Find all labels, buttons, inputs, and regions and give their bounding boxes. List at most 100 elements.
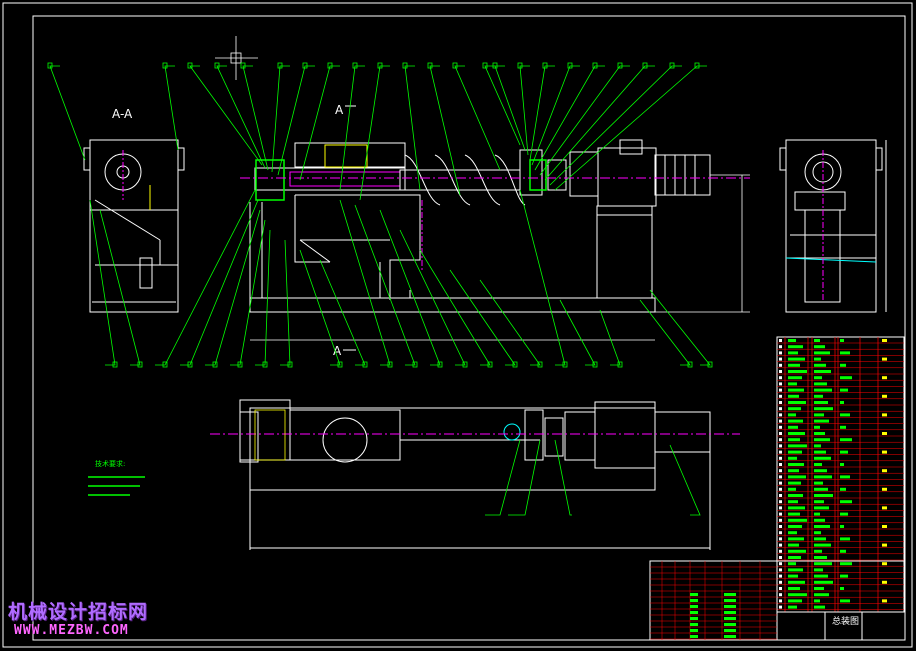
bom-cell-number	[779, 475, 782, 479]
balloon-leader	[277, 65, 315, 176]
top-view	[239, 399, 711, 550]
bom-cell-text	[788, 394, 799, 398]
bom-cell-number	[779, 419, 782, 423]
balloon-leader	[404, 65, 421, 191]
bom-cell-number	[779, 450, 782, 454]
bom-cell-text	[814, 593, 829, 597]
balloon-leader	[230, 219, 266, 366]
bom-cell-text	[788, 438, 800, 442]
bom-cell-text	[814, 388, 832, 392]
bom-cell-number	[779, 549, 782, 553]
balloon-leader	[242, 65, 269, 171]
bom-cell-text	[788, 556, 801, 559]
title-block-cell-text	[724, 617, 736, 620]
bom-cell-text	[882, 525, 887, 528]
bom-cell-text	[814, 376, 822, 380]
top-flange-highlight	[254, 409, 286, 461]
bom-cell-text	[788, 487, 796, 491]
bom-cell-number	[779, 388, 782, 392]
bom-cell-number	[779, 339, 782, 342]
watermark-url: WWW.MEZBW.COM	[14, 623, 129, 638]
balloon-leader	[164, 65, 179, 151]
technical-notes-lines	[88, 476, 145, 496]
bom-cell-text	[788, 463, 804, 466]
bom-cell-text	[788, 531, 797, 535]
bom-cell-text	[814, 382, 827, 386]
bom-cell-text	[788, 587, 800, 590]
bom-cell-text	[840, 587, 844, 590]
bom-cell-text	[814, 500, 824, 504]
bom-cell-text	[788, 518, 807, 522]
parts-list-table	[776, 336, 905, 613]
bom-cell-text	[814, 506, 829, 510]
bom-cell-number	[779, 562, 782, 566]
bom-cell-number	[779, 543, 782, 547]
bom-cell-text	[840, 413, 850, 417]
bom-cell-text	[840, 363, 846, 367]
bom-cell-text	[788, 425, 798, 429]
bom-cell-text	[788, 432, 805, 435]
bom-cell-number	[779, 382, 782, 386]
bom-cell-text	[882, 469, 887, 473]
bom-cell-text	[882, 543, 887, 547]
balloon-leader	[354, 204, 416, 366]
bom-cell-text	[840, 450, 848, 454]
title-block-cell-text	[724, 593, 736, 596]
bom-cell-text	[788, 481, 801, 485]
sheet-border	[2, 2, 913, 648]
balloon-leader	[519, 65, 530, 156]
balloon-leader	[559, 299, 596, 366]
bom-cell-text	[788, 525, 802, 528]
bom-cell-text	[814, 345, 825, 349]
balloon-leader	[479, 279, 541, 366]
bom-cell-number	[779, 537, 782, 541]
bom-cell-text	[814, 568, 823, 572]
bom-cell-text	[814, 339, 820, 342]
cut-label-top: A	[335, 103, 344, 117]
balloon-leader	[484, 65, 521, 146]
bom-cell-number	[779, 512, 782, 516]
bom-cell-text	[788, 401, 806, 404]
title-block-cell-text	[690, 605, 698, 608]
balloon-leader	[449, 269, 516, 366]
bom-cell-text	[882, 450, 887, 454]
bom-cell-number	[779, 500, 782, 504]
bom-cell-text	[814, 419, 829, 423]
balloon-leader	[649, 289, 711, 366]
bom-cell-number	[779, 438, 782, 442]
bom-cell-text	[788, 413, 796, 417]
bom-cell-text	[814, 370, 831, 373]
title-block-cell-text	[724, 599, 736, 602]
bom-cell-number	[779, 351, 782, 355]
title-block-cell-text	[690, 635, 698, 638]
balloon-marker	[492, 62, 498, 69]
bom-cell-text	[788, 593, 807, 597]
bom-cell-text	[840, 401, 844, 404]
bom-cell-number	[779, 357, 782, 361]
title-block	[649, 560, 906, 641]
bom-cell-text	[814, 525, 830, 528]
bom-cell-number	[779, 587, 782, 590]
bom-cell-text	[840, 599, 850, 603]
balloon-leader	[299, 249, 341, 366]
title-block-cell-text	[690, 599, 698, 602]
balloon-leaders-bottom	[89, 189, 713, 368]
balloon-leader	[339, 65, 365, 191]
bom-cell-text	[788, 568, 803, 572]
bom-cell-text	[840, 463, 844, 466]
bom-cell-text	[814, 494, 833, 497]
bom-cell-number	[779, 394, 782, 398]
crosshair-cursor-icon	[215, 36, 258, 80]
bom-cell-text	[814, 543, 831, 547]
bom-cell-text	[814, 407, 833, 411]
bom-cell-text	[814, 518, 825, 522]
bom-cell-text	[840, 562, 852, 566]
bom-cell-number	[779, 432, 782, 435]
bom-cell-text	[882, 580, 887, 584]
balloon-leader	[379, 209, 441, 366]
bom-cell-text	[814, 531, 821, 535]
watermark-site-name: 机械设计招标网	[8, 601, 149, 623]
bom-cell-text	[814, 599, 820, 603]
bom-cell-number	[779, 456, 782, 460]
side-view	[779, 139, 887, 313]
